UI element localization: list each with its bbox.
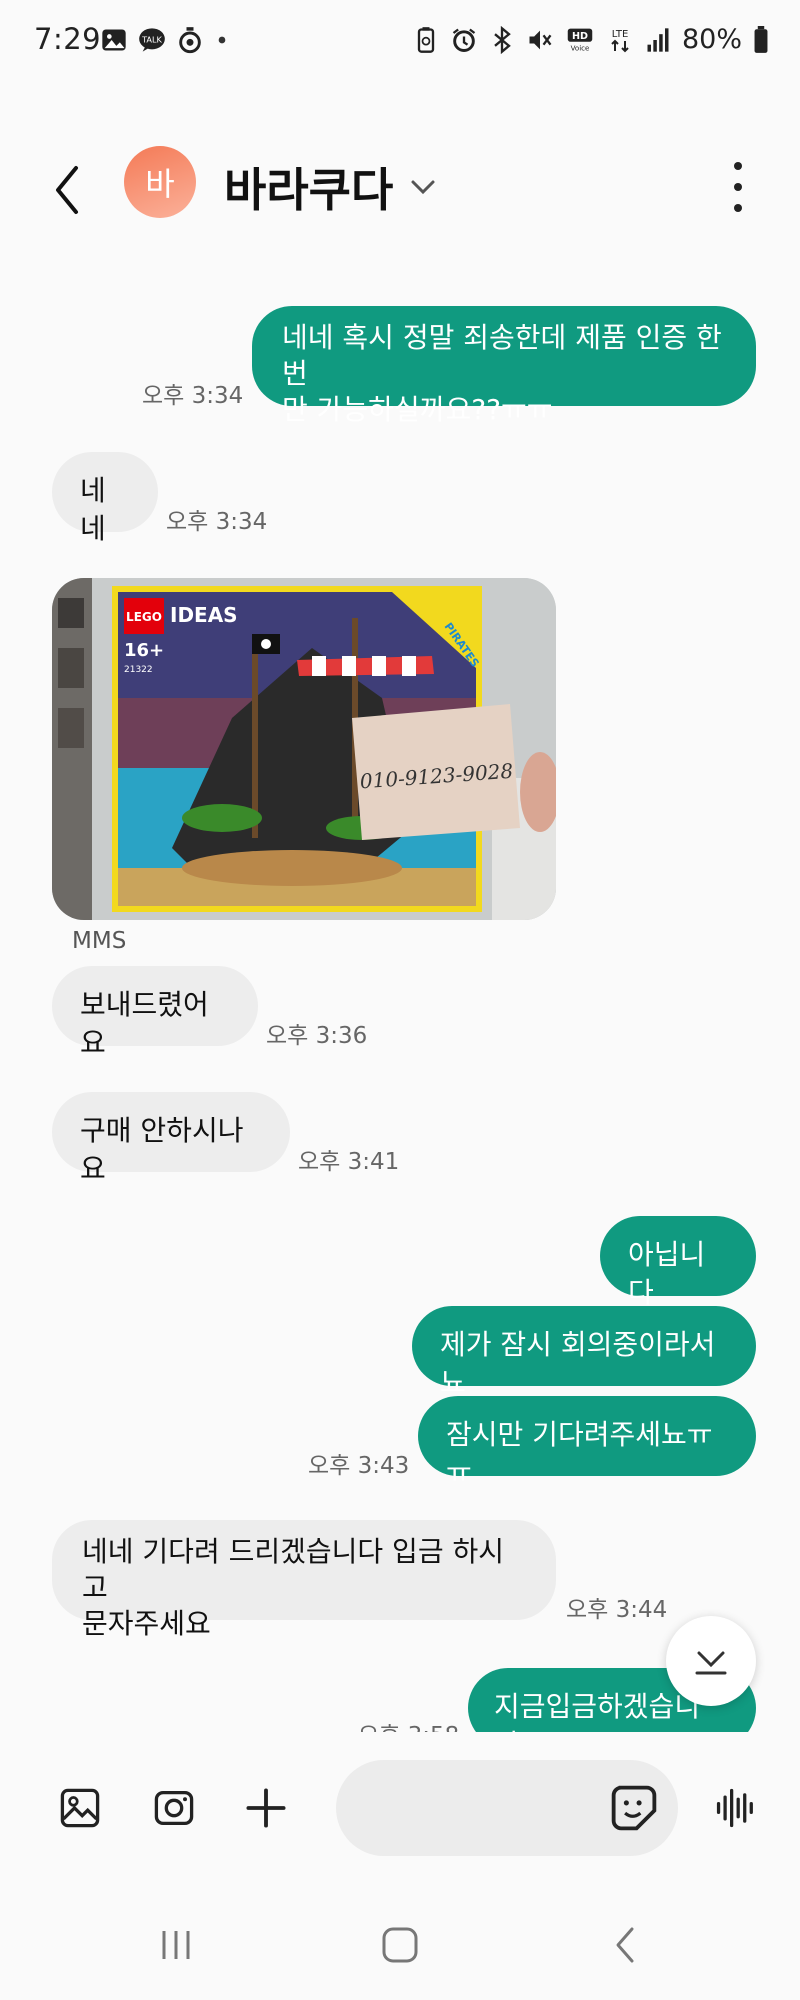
conversation-header: 바 바라쿠다 [0,130,800,240]
add-attachment-button[interactable] [238,1780,294,1836]
back-button[interactable] [46,160,92,220]
more-dot-icon [734,162,742,170]
sticker-icon [611,1785,657,1831]
recycle-battery-icon [412,26,440,54]
status-system-icons: HD Voice LTE 80% [412,24,770,55]
dot-icon [214,26,230,54]
message-line: 제가 잠시 회의중이라서뇨 [440,1328,716,1399]
alarm-icon [450,26,478,54]
message-bubble-outgoing[interactable]: 네네 혹시 정말 죄송한데 제품 인증 한번 만 가능하실까요??ㅠㅠ [252,306,756,426]
mms-photo[interactable]: PIRATES LEGO IDEAS 16+ 21322 010-9123-90… [52,578,556,920]
lte-icon: LTE [606,26,634,54]
set-number-text: 21322 [124,665,153,675]
message-timestamp: 오후 3:34 [166,509,268,535]
home-icon [382,1927,418,1963]
voice-text: Voice [571,44,590,52]
gallery-icon [60,1788,100,1828]
lte-text: LTE [612,29,629,40]
voice-record-button[interactable] [708,1780,764,1836]
message-line: 구매 안하시나요 [80,1114,244,1185]
scroll-to-bottom-button[interactable] [666,1616,756,1706]
more-options-button[interactable] [728,162,748,212]
more-dot-icon [734,183,742,191]
message-bubble-outgoing[interactable]: 잠시만 기다려주세뇨ㅠㅠ [418,1396,756,1489]
message-timestamp: 오후 3:58 [358,1716,459,1732]
hd-text: HD [572,31,588,42]
mute-icon [526,26,554,54]
age-text: 16+ [124,640,164,661]
message-bubble-outgoing[interactable]: 아닙니다 [600,1216,756,1309]
gallery-icon [100,26,128,54]
bluetooth-icon [488,25,516,54]
recent-apps-button[interactable] [146,1920,206,1970]
home-button[interactable] [370,1920,430,1970]
sticker-button[interactable] [606,1780,662,1836]
message-timestamp: 오후 3:44 [566,1597,668,1623]
more-dot-icon [734,204,742,212]
message-timestamp: 오후 3:43 [308,1453,410,1479]
message-timestamp: 오후 3:34 [142,383,244,409]
message-line: 아닙니다 [628,1238,706,1309]
message-bubble-incoming[interactable]: 네네 [52,452,158,545]
scroll-down-icon [695,1651,727,1675]
message-input-container[interactable] [336,1760,678,1856]
back-icon [616,1927,634,1963]
avatar[interactable]: 바 [124,146,196,218]
talk-icon-text: TALK [141,34,162,44]
battery-icon [752,25,770,54]
camera-icon [154,1790,194,1826]
nav-back-button[interactable] [596,1920,656,1970]
status-bar: 7:29 TALK HD Voice LTE 80% [0,0,800,80]
chevron-down-icon [411,180,435,195]
message-bubble-incoming[interactable]: 보내드렸어요 [52,966,258,1059]
message-bubble-outgoing[interactable]: 제가 잠시 회의중이라서뇨 [412,1306,756,1399]
message-input[interactable] [364,1788,604,1828]
message-timestamp: 오후 3:36 [266,1023,368,1049]
status-notification-icons: TALK [100,26,230,54]
message-bubble-incoming[interactable]: 구매 안하시나요 [52,1092,290,1185]
lego-logo-text: LEGO [126,610,162,624]
plus-icon [246,1788,286,1828]
timer-icon [176,26,204,54]
chevron-left-icon [56,166,78,214]
battery-percent: 80% [681,24,742,55]
system-navigation-bar [0,1890,800,2000]
message-timestamp: 오후 3:41 [298,1149,400,1175]
contact-name[interactable]: 바라쿠다 [224,154,393,220]
voice-waveform-icon [716,1788,753,1828]
status-time: 7:29 [34,22,102,56]
ideas-text: IDEAS [170,603,238,627]
gallery-button[interactable] [52,1780,108,1836]
message-line: 네네 [80,474,106,545]
message-line: 보내드렸어요 [80,988,209,1059]
message-bubble-incoming[interactable]: 네네 기다려 드리겠습니다 입금 하시고 문자주세요 [52,1520,556,1640]
mms-label: MMS [72,928,127,954]
message-line: 만 가능하실까요??ㅠㅠ [282,393,553,426]
talk-icon: TALK [138,26,166,54]
signal-icon [644,26,672,54]
message-line: 문자주세요 [82,1607,211,1640]
message-composer [0,1750,800,1870]
message-line: 잠시만 기다려주세뇨ㅠㅠ [446,1418,713,1489]
message-line: 네네 기다려 드리겠습니다 입금 하시고 [82,1535,505,1604]
contact-dropdown-button[interactable] [408,172,438,202]
lego-box-photo: PIRATES LEGO IDEAS 16+ 21322 010-9123-90… [52,578,556,920]
camera-button[interactable] [146,1780,202,1836]
hd-voice-icon: HD Voice [564,26,596,54]
message-line: 네네 혹시 정말 죄송한데 제품 인증 한번 [282,321,722,390]
recent-apps-icon [162,1931,190,1959]
messaging-screen: 7:29 TALK HD Voice LTE 80% 바 바라쿠다 네네 혹시 … [0,0,800,2000]
